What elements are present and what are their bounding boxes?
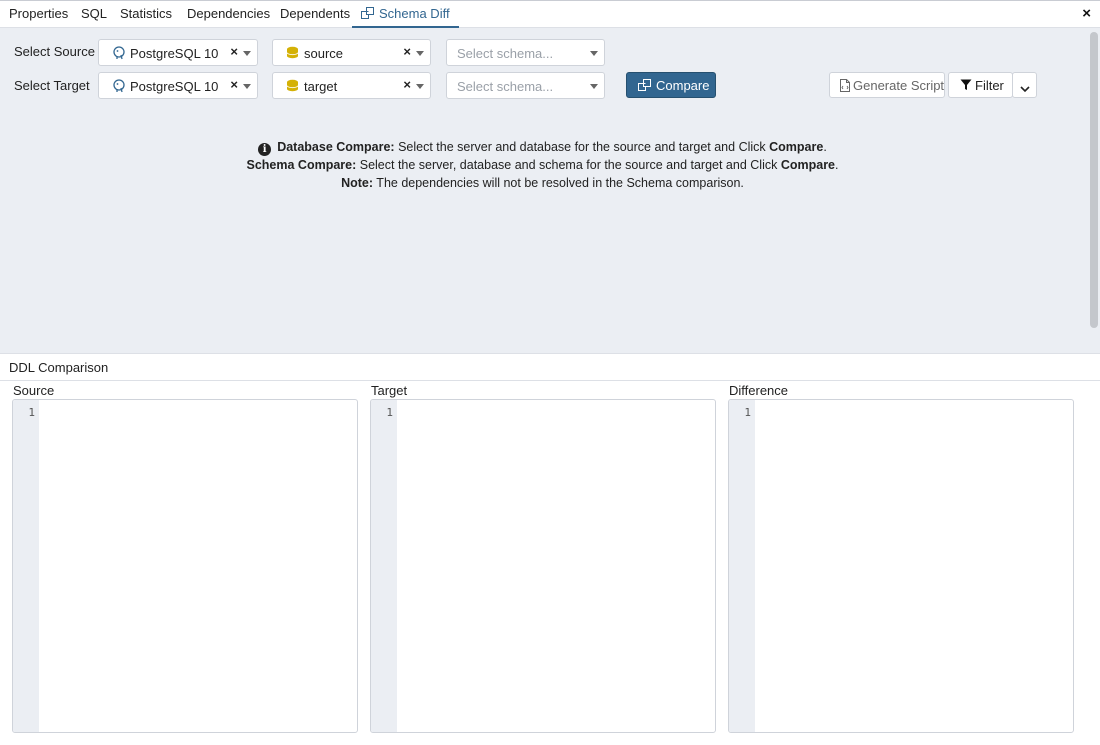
chevron-down-icon[interactable]	[416, 51, 424, 56]
generate-script-button[interactable]: Generate Script	[829, 72, 945, 98]
select-source-label: Select Source	[14, 44, 95, 59]
target-schema-select[interactable]: Select schema...	[446, 72, 605, 99]
target-ddl-editor[interactable]: 1	[370, 399, 716, 733]
chevron-down-icon[interactable]	[243, 51, 251, 56]
tab-dependents[interactable]: Dependents	[280, 1, 350, 28]
line-number: 1	[744, 406, 751, 419]
note-title: Note:	[341, 176, 374, 190]
chevron-down-icon[interactable]	[590, 84, 598, 89]
note-info: Note: The dependencies will not be resol…	[0, 174, 1085, 192]
compare-button[interactable]: Compare	[626, 72, 716, 98]
chevron-down-icon	[1020, 81, 1030, 96]
database-compare-end: .	[823, 140, 827, 154]
source-column-label: Source	[13, 383, 55, 398]
source-server-select[interactable]: PostgreSQL 10 ×	[98, 39, 258, 66]
source-server-value: PostgreSQL 10	[130, 46, 219, 61]
source-ddl-editor[interactable]: 1	[12, 399, 358, 733]
database-compare-bold: Compare	[769, 140, 824, 154]
difference-ddl-editor[interactable]: 1	[728, 399, 1074, 733]
target-server-select[interactable]: PostgreSQL 10 ×	[98, 72, 258, 99]
line-number-gutter: 1	[371, 400, 397, 732]
target-server-clear-icon[interactable]: ×	[230, 77, 238, 92]
target-schema-placeholder: Select schema...	[457, 79, 554, 94]
schema-compare-title: Schema Compare:	[246, 158, 357, 172]
tab-dependencies[interactable]: Dependencies	[187, 1, 270, 28]
tab-statistics[interactable]: Statistics	[120, 1, 172, 28]
source-server-clear-icon[interactable]: ×	[230, 44, 238, 59]
database-compare-info: i Database Compare: Select the server and…	[0, 138, 1085, 156]
schema-compare-bold: Compare	[780, 158, 836, 172]
chevron-down-icon[interactable]	[416, 84, 424, 89]
tab-schema-diff[interactable]: Schema Diff	[352, 1, 459, 28]
tab-sql[interactable]: SQL	[81, 1, 107, 28]
target-database-clear-icon[interactable]: ×	[403, 77, 411, 92]
line-number: 1	[386, 406, 393, 419]
tab-schema-diff-label: Schema Diff	[379, 6, 450, 21]
schema-compare-text: Select the server, database and schema f…	[356, 158, 781, 172]
line-number-gutter: 1	[729, 400, 755, 732]
source-schema-placeholder: Select schema...	[457, 46, 554, 61]
database-compare-text: Select the server and database for the s…	[394, 140, 770, 154]
source-database-select[interactable]: source ×	[272, 39, 431, 66]
chevron-down-icon[interactable]	[243, 84, 251, 89]
filter-icon	[960, 79, 972, 94]
divider	[0, 380, 1100, 381]
target-server-value: PostgreSQL 10	[130, 79, 219, 94]
chevron-down-icon[interactable]	[590, 51, 598, 56]
filter-button-label: Filter	[975, 78, 1004, 93]
info-icon: i	[258, 143, 272, 156]
vertical-scrollbar[interactable]	[1090, 32, 1098, 328]
target-database-value: target	[304, 79, 338, 94]
postgresql-icon	[112, 79, 126, 96]
line-number-gutter: 1	[13, 400, 39, 732]
source-schema-select[interactable]: Select schema...	[446, 39, 605, 66]
target-database-select[interactable]: target ×	[272, 72, 431, 99]
difference-column-label: Difference	[729, 383, 789, 398]
compare-button-label: Compare	[656, 78, 710, 93]
tab-properties[interactable]: Properties	[9, 1, 68, 28]
database-icon	[286, 79, 299, 95]
schema-compare-info: Schema Compare: Select the server, datab…	[0, 156, 1085, 174]
tab-bar: Properties SQL Statistics Dependencies D…	[0, 0, 1100, 28]
file-code-icon	[840, 79, 850, 95]
filter-button[interactable]: Filter	[948, 72, 1013, 98]
schema-compare-end: .	[835, 158, 839, 172]
schema-diff-icon	[361, 3, 374, 29]
ddl-comparison-title: DDL Comparison	[9, 360, 109, 375]
select-target-label: Select Target	[14, 78, 90, 93]
generate-script-button-label: Generate Script	[853, 78, 945, 93]
schema-diff-icon	[638, 79, 651, 95]
source-database-clear-icon[interactable]: ×	[403, 44, 411, 59]
close-icon[interactable]: ×	[1082, 6, 1091, 22]
filter-dropdown-button[interactable]	[1012, 72, 1037, 98]
target-column-label: Target	[371, 383, 408, 398]
instructions: i Database Compare: Select the server and…	[0, 138, 1085, 192]
note-text: The dependencies will not be resolved in…	[373, 176, 744, 190]
schema-diff-panel: Select Source PostgreSQL 10 × source × S…	[0, 28, 1100, 354]
source-database-value: source	[304, 46, 344, 61]
postgresql-icon	[112, 46, 126, 63]
database-icon	[286, 46, 299, 62]
database-compare-title: Database Compare:	[277, 140, 395, 154]
line-number: 1	[28, 406, 35, 419]
